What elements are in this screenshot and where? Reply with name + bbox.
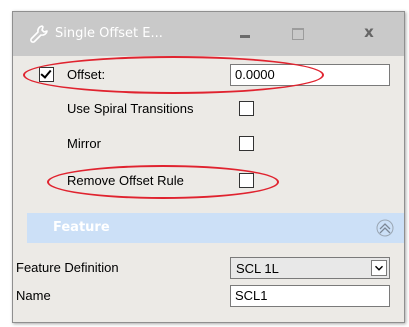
name-input[interactable]: SCL1 — [230, 285, 390, 307]
minimize-button[interactable] — [217, 12, 271, 56]
use-spiral-label: Use Spiral Transitions — [67, 101, 194, 116]
highlight-oval-remove-offset — [47, 165, 279, 199]
feature-section-header[interactable]: Feature — [27, 213, 404, 243]
feature-definition-select[interactable]: SCL 1L — [230, 257, 390, 279]
window-title: Single Offset E... — [55, 26, 163, 41]
maximize-icon — [292, 28, 304, 40]
single-offset-panel: Single Offset E... x Offset: 0.0000 Use … — [12, 11, 405, 323]
name-label: Name — [16, 288, 51, 303]
close-button[interactable]: x — [334, 12, 404, 56]
wrench-icon — [30, 25, 48, 43]
name-value: SCL1 — [235, 288, 268, 303]
feature-section-title: Feature — [53, 220, 110, 235]
maximize-button[interactable] — [271, 12, 325, 56]
title-bar[interactable]: Single Offset E... x — [13, 12, 404, 56]
feature-definition-value: SCL 1L — [236, 261, 279, 276]
feature-definition-label: Feature Definition — [16, 260, 119, 275]
chevron-down-icon[interactable] — [371, 260, 387, 276]
chevron-up-icon[interactable] — [374, 217, 396, 239]
mirror-label: Mirror — [67, 136, 101, 151]
mirror-checkbox[interactable] — [239, 136, 254, 151]
minimize-icon — [240, 35, 250, 38]
use-spiral-checkbox[interactable] — [239, 101, 254, 116]
close-icon: x — [364, 23, 374, 41]
highlight-oval-offset — [23, 56, 324, 94]
